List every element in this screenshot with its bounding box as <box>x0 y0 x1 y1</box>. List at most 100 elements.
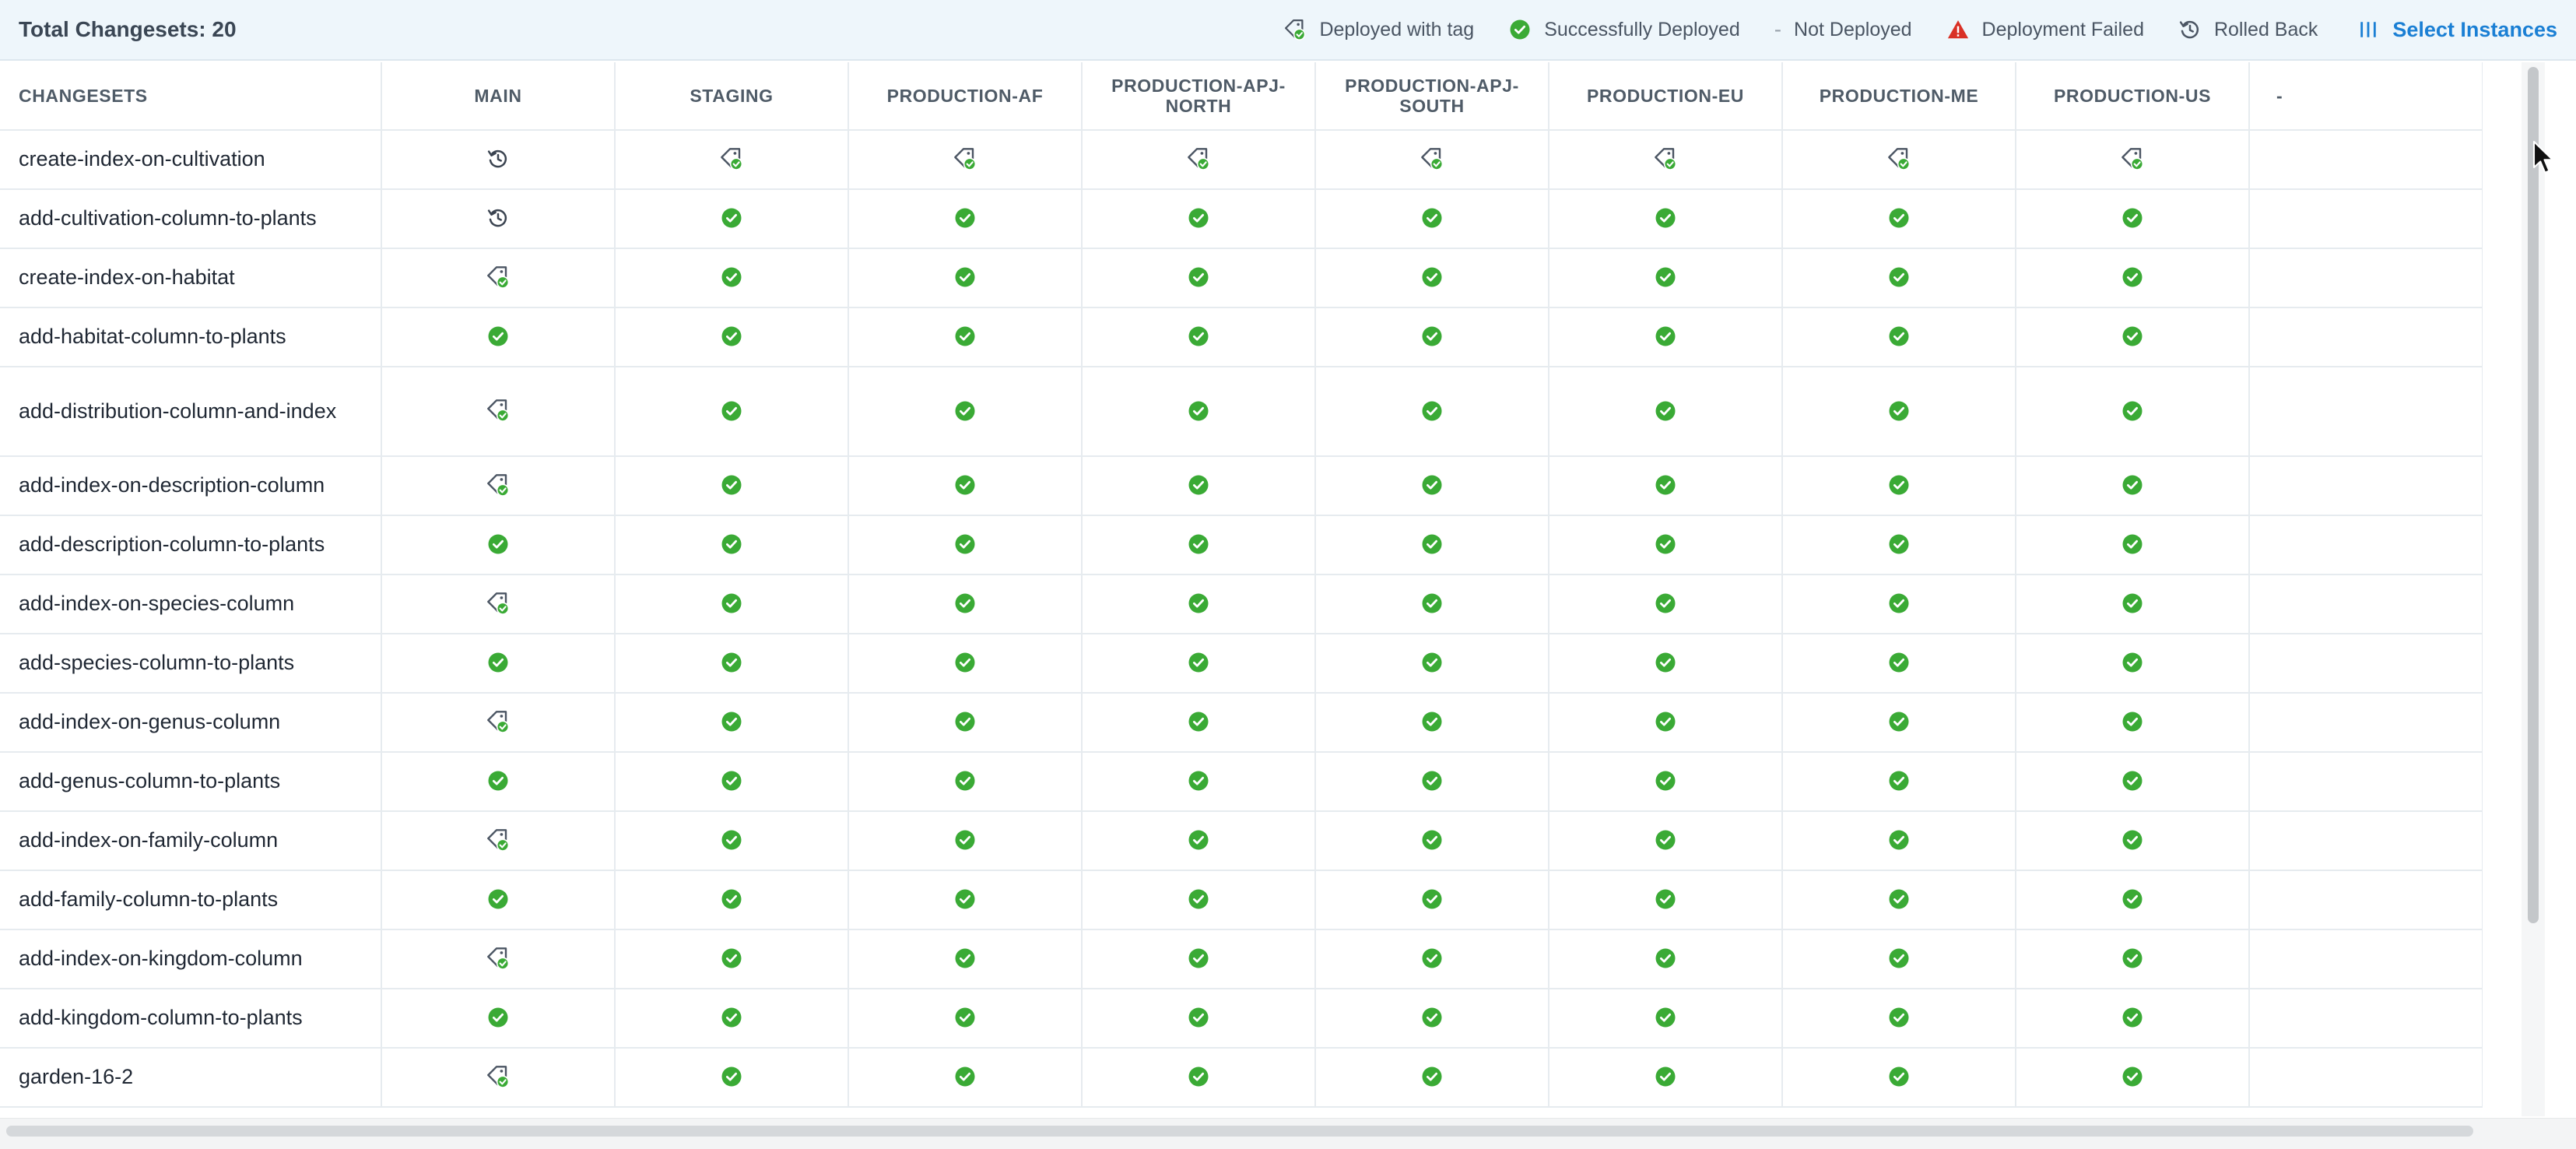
status-cell[interactable] <box>1315 811 1549 871</box>
table-row[interactable]: add-index-on-description-column <box>0 456 2483 516</box>
table-row[interactable]: add-genus-column-to-plants <box>0 752 2483 812</box>
status-cell[interactable] <box>1082 307 1316 367</box>
status-cell[interactable] <box>1082 870 1316 930</box>
status-cell[interactable] <box>2016 574 2250 634</box>
status-cell[interactable] <box>1315 634 1549 694</box>
status-cell[interactable] <box>1782 574 2016 634</box>
status-cell[interactable] <box>1082 189 1316 249</box>
status-cell[interactable] <box>1082 752 1316 812</box>
status-cell[interactable] <box>615 307 849 367</box>
status-cell[interactable] <box>1549 189 1783 249</box>
status-cell[interactable] <box>1549 870 1783 930</box>
status-cell[interactable] <box>1315 248 1549 308</box>
status-cell[interactable] <box>2016 752 2250 812</box>
status-cell[interactable] <box>615 811 849 871</box>
status-cell[interactable] <box>848 1048 1083 1108</box>
vertical-scrollbar-thumb[interactable] <box>2528 67 2539 923</box>
status-cell[interactable] <box>1082 693 1316 753</box>
status-cell[interactable] <box>1082 248 1316 308</box>
status-cell[interactable] <box>848 634 1083 694</box>
table-row[interactable]: add-index-on-family-column <box>0 811 2483 871</box>
status-cell[interactable] <box>615 189 849 249</box>
status-cell[interactable] <box>1315 693 1549 753</box>
status-cell[interactable] <box>615 248 849 308</box>
status-cell[interactable] <box>1782 634 2016 694</box>
status-cell[interactable] <box>848 130 1083 190</box>
table-row[interactable]: add-index-on-genus-column <box>0 693 2483 753</box>
table-row[interactable]: garden-16-2 <box>0 1048 2483 1108</box>
status-cell[interactable] <box>2016 130 2250 190</box>
status-cell[interactable] <box>1549 307 1783 367</box>
status-cell[interactable] <box>2016 811 2250 871</box>
status-cell[interactable] <box>2016 693 2250 753</box>
status-cell[interactable] <box>1549 1048 1783 1108</box>
status-cell[interactable] <box>615 456 849 516</box>
status-cell[interactable] <box>1782 130 2016 190</box>
status-cell[interactable] <box>381 811 616 871</box>
status-cell[interactable] <box>2016 189 2250 249</box>
status-cell[interactable] <box>848 574 1083 634</box>
status-cell[interactable] <box>615 515 849 575</box>
status-cell[interactable] <box>2016 456 2250 516</box>
status-cell[interactable] <box>1315 1048 1549 1108</box>
table-row[interactable]: add-family-column-to-plants <box>0 870 2483 930</box>
status-cell[interactable] <box>1082 929 1316 989</box>
status-cell[interactable] <box>381 248 616 308</box>
status-cell[interactable] <box>848 515 1083 575</box>
status-cell[interactable] <box>1549 367 1783 457</box>
status-cell[interactable] <box>1782 929 2016 989</box>
status-cell[interactable] <box>2016 1048 2250 1108</box>
table-row[interactable]: create-index-on-cultivation <box>0 130 2483 190</box>
status-cell[interactable] <box>2016 634 2250 694</box>
status-cell[interactable] <box>1082 989 1316 1049</box>
status-cell[interactable] <box>1315 456 1549 516</box>
status-cell[interactable] <box>381 870 616 930</box>
table-row[interactable]: add-distribution-column-and-index <box>0 367 2483 457</box>
status-cell[interactable] <box>1549 130 1783 190</box>
status-cell[interactable] <box>2016 989 2250 1049</box>
status-cell[interactable] <box>615 634 849 694</box>
status-cell[interactable] <box>615 929 849 989</box>
status-cell[interactable] <box>615 367 849 457</box>
status-cell[interactable] <box>381 693 616 753</box>
status-cell[interactable] <box>1082 811 1316 871</box>
status-cell[interactable] <box>1082 456 1316 516</box>
status-cell[interactable] <box>1782 752 2016 812</box>
status-cell[interactable] <box>1082 367 1316 457</box>
status-cell[interactable] <box>381 752 616 812</box>
status-cell[interactable] <box>381 929 616 989</box>
status-cell[interactable] <box>381 989 616 1049</box>
status-cell[interactable] <box>2016 367 2250 457</box>
table-row[interactable]: add-kingdom-column-to-plants <box>0 989 2483 1049</box>
status-cell[interactable] <box>2016 248 2250 308</box>
status-cell[interactable] <box>2016 515 2250 575</box>
table-row[interactable]: add-index-on-kingdom-column <box>0 929 2483 989</box>
status-cell[interactable] <box>848 456 1083 516</box>
status-cell[interactable] <box>381 515 616 575</box>
status-cell[interactable] <box>381 367 616 457</box>
status-cell[interactable] <box>848 929 1083 989</box>
status-cell[interactable] <box>615 989 849 1049</box>
status-cell[interactable] <box>381 456 616 516</box>
status-cell[interactable] <box>1782 1048 2016 1108</box>
status-cell[interactable] <box>1549 929 1783 989</box>
status-cell[interactable] <box>615 752 849 812</box>
status-cell[interactable] <box>1782 989 2016 1049</box>
status-cell[interactable] <box>615 130 849 190</box>
status-cell[interactable] <box>848 811 1083 871</box>
status-cell[interactable] <box>1782 248 2016 308</box>
status-cell[interactable] <box>848 248 1083 308</box>
table-row[interactable]: add-habitat-column-to-plants <box>0 307 2483 367</box>
table-row[interactable]: add-cultivation-column-to-plants <box>0 189 2483 249</box>
status-cell[interactable] <box>615 1048 849 1108</box>
status-cell[interactable] <box>1782 189 2016 249</box>
status-cell[interactable] <box>1315 367 1549 457</box>
status-cell[interactable] <box>1782 456 2016 516</box>
status-cell[interactable] <box>1082 130 1316 190</box>
status-cell[interactable] <box>381 634 616 694</box>
horizontal-scrollbar-thumb[interactable] <box>6 1126 2473 1137</box>
status-cell[interactable] <box>2016 929 2250 989</box>
status-cell[interactable] <box>1082 1048 1316 1108</box>
status-cell[interactable] <box>1315 189 1549 249</box>
status-cell[interactable] <box>615 870 849 930</box>
